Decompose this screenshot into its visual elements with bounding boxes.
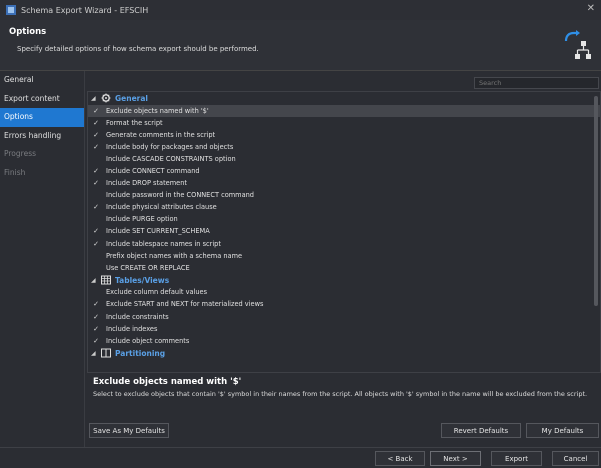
option-label: Include physical attributes clause <box>106 203 217 212</box>
checkbox-checked[interactable]: ✓ <box>91 227 101 235</box>
checkbox-checked[interactable]: ✓ <box>91 337 101 345</box>
wizard-header: Options Specify detailed options of how … <box>0 20 601 71</box>
option-row[interactable]: Include PURGE option <box>88 213 600 225</box>
option-label: Use CREATE OR REPLACE <box>106 263 190 272</box>
partition-icon <box>101 348 111 358</box>
gear-icon <box>101 93 111 103</box>
option-row[interactable]: ✓ Include CONNECT command <box>88 165 600 177</box>
option-row[interactable]: ✓ Include physical attributes clause <box>88 201 600 213</box>
group-tables-views[interactable]: ◢ Tables/Views <box>88 274 600 287</box>
group-label: General <box>115 93 148 103</box>
nav-item-export-content[interactable]: Export content <box>0 90 84 109</box>
option-label: Include PURGE option <box>106 215 178 224</box>
collapse-icon[interactable]: ◢ <box>91 95 101 102</box>
schema-export-icon <box>564 30 591 59</box>
window-title: Schema Export Wizard - EFSCIH <box>21 5 149 15</box>
checkbox-checked[interactable]: ✓ <box>91 179 101 187</box>
search-input[interactable] <box>474 77 599 89</box>
app-icon <box>6 5 16 15</box>
option-row[interactable]: ✓ Generate comments in the script <box>88 129 600 141</box>
option-label: Prefix object names with a schema name <box>106 251 243 260</box>
revert-defaults-button[interactable]: Revert Defaults <box>441 423 521 438</box>
option-row[interactable]: ✓ Include tablespace names in script <box>88 238 600 250</box>
option-label: Exclude objects named with '$' <box>106 106 209 115</box>
group-general[interactable]: ◢ General <box>88 92 600 105</box>
group-partitioning[interactable]: ◢ Partitioning <box>88 347 600 360</box>
option-row[interactable]: ✓ Include body for packages and objects <box>88 141 600 153</box>
page-title: Options <box>9 27 47 37</box>
page-description: Specify detailed options of how schema e… <box>17 45 259 53</box>
nav-item-general[interactable]: General <box>0 71 84 90</box>
export-button[interactable]: Export <box>491 451 542 466</box>
option-label: Include DROP statement <box>106 179 187 188</box>
nav-item-options[interactable]: Options <box>0 108 84 127</box>
option-row[interactable]: ✓ Include indexes <box>88 323 600 335</box>
cancel-button[interactable]: Cancel <box>552 451 599 466</box>
option-label: Include SET CURRENT_SCHEMA <box>106 227 210 236</box>
option-row[interactable]: ✓ Include object comments <box>88 335 600 347</box>
table-icon <box>101 275 111 285</box>
checkbox-checked[interactable]: ✓ <box>91 240 101 248</box>
option-label: Include CONNECT command <box>106 167 200 176</box>
close-icon[interactable]: ✕ <box>587 3 595 14</box>
title-bar: Schema Export Wizard - EFSCIH ✕ <box>0 0 601 20</box>
option-label: Include tablespace names in script <box>106 239 221 248</box>
checkbox-checked[interactable]: ✓ <box>91 131 101 139</box>
group-label: Tables/Views <box>115 275 170 285</box>
option-description-text: Select to exclude objects that contain '… <box>93 390 588 398</box>
option-description-title: Exclude objects named with '$' <box>93 377 242 387</box>
checkbox-checked[interactable]: ✓ <box>91 119 101 127</box>
option-row[interactable]: ✓ Include constraints <box>88 311 600 323</box>
option-label: Include password in the CONNECT command <box>106 191 254 200</box>
option-label: Include constraints <box>106 312 169 321</box>
options-scrollbar[interactable] <box>594 96 598 306</box>
my-defaults-button[interactable]: My Defaults <box>526 423 599 438</box>
option-label: Include indexes <box>106 324 158 333</box>
group-label: Partitioning <box>115 348 166 358</box>
nav-item-errors-handling[interactable]: Errors handling <box>0 127 84 146</box>
back-button[interactable]: < Back <box>375 451 425 466</box>
checkbox-checked[interactable]: ✓ <box>91 203 101 211</box>
option-row[interactable]: ✓ Exclude objects named with '$' <box>88 104 600 117</box>
option-row[interactable]: ✓ Format the script <box>88 117 600 129</box>
nav-item-finish: Finish <box>4 167 26 177</box>
checkbox-checked[interactable]: ✓ <box>91 325 101 333</box>
option-label: Exclude START and NEXT for materialized … <box>106 300 264 309</box>
option-label: Generate comments in the script <box>106 130 216 139</box>
option-label: Format the script <box>106 118 163 127</box>
checkbox-checked[interactable]: ✓ <box>91 313 101 321</box>
nav-item-progress: Progress <box>4 149 37 158</box>
next-button[interactable]: Next > <box>430 451 481 466</box>
option-row[interactable]: ✓ Include SET CURRENT_SCHEMA <box>88 225 600 237</box>
option-row[interactable]: ✓ Include DROP statement <box>88 177 600 189</box>
option-row[interactable]: Include password in the CONNECT command <box>88 189 600 201</box>
option-row[interactable]: Prefix object names with a schema name <box>88 250 600 262</box>
option-label: Include body for packages and objects <box>106 142 234 151</box>
option-label: Exclude column default values <box>106 288 208 297</box>
option-row[interactable]: Exclude column default values <box>88 286 600 298</box>
checkbox-checked[interactable]: ✓ <box>91 300 101 308</box>
option-row[interactable]: Use CREATE OR REPLACE <box>88 262 600 274</box>
checkbox-checked[interactable]: ✓ <box>91 167 101 175</box>
collapse-icon[interactable]: ◢ <box>91 277 101 284</box>
collapse-icon[interactable]: ◢ <box>91 350 101 357</box>
checkbox-checked[interactable]: ✓ <box>91 107 101 115</box>
save-as-my-defaults-button[interactable]: Save As My Defaults <box>89 423 169 438</box>
footer-divider <box>0 447 601 448</box>
option-label: Include object comments <box>106 336 190 345</box>
wizard-nav: General Export content Options Errors ha… <box>0 71 85 447</box>
option-row[interactable]: ✓ Exclude START and NEXT for materialized… <box>88 298 600 310</box>
option-row[interactable]: Include CASCADE CONSTRAINTS option <box>88 153 600 165</box>
options-list: ◢ General ✓ Exclude objects named with '$… <box>87 91 601 373</box>
checkbox-checked[interactable]: ✓ <box>91 143 101 151</box>
option-label: Include CASCADE CONSTRAINTS option <box>106 154 236 163</box>
